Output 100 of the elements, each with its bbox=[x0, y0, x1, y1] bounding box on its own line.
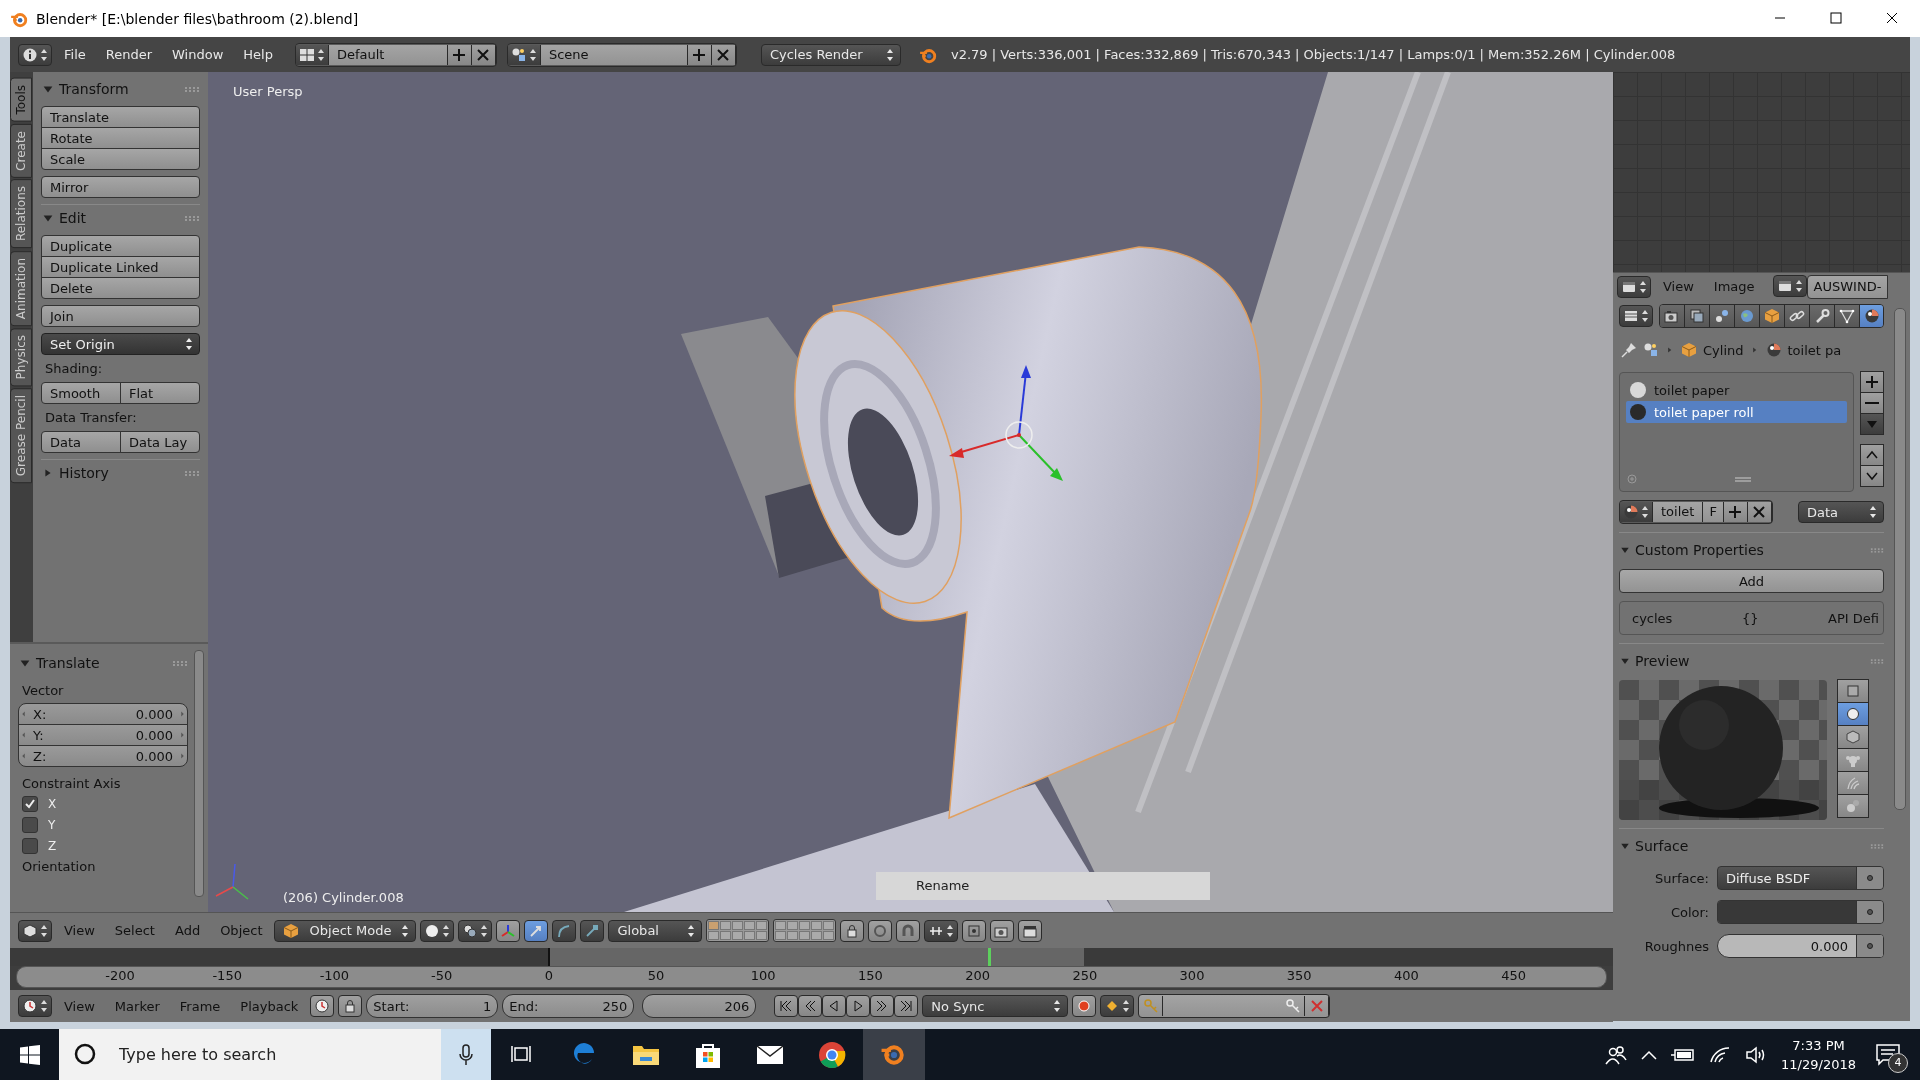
frame-number: 200 bbox=[965, 968, 990, 983]
start-frame-field[interactable]: Start: 1 bbox=[366, 994, 499, 1018]
sync-dropdown[interactable]: No Sync bbox=[922, 995, 1069, 1017]
sidebar-tab[interactable]: Animation bbox=[10, 250, 32, 326]
menu-item[interactable]: View bbox=[1655, 277, 1702, 296]
menu-item[interactable]: View bbox=[56, 996, 103, 1016]
panel-header[interactable]: Transform bbox=[41, 81, 129, 97]
frame-number: 50 bbox=[647, 968, 665, 983]
section-label: Orientation bbox=[21, 859, 97, 874]
field-label: Roughnes bbox=[1643, 938, 1709, 954]
property-type: API Defi bbox=[1828, 610, 1879, 626]
panel-header[interactable]: History bbox=[41, 465, 109, 481]
menu-item[interactable]: Marker bbox=[106, 996, 168, 1016]
tool-button[interactable]: Flat bbox=[120, 382, 200, 404]
frame-number: 400 bbox=[1394, 968, 1419, 983]
menu-item[interactable]: Image bbox=[1705, 277, 1763, 296]
dropdown[interactable]: Set Origin bbox=[41, 333, 200, 355]
tool-button[interactable]: Translate bbox=[41, 106, 200, 128]
frame-number: 150 bbox=[858, 968, 883, 983]
frame-number: -100 bbox=[319, 968, 350, 983]
frame-number: -200 bbox=[105, 968, 135, 983]
tool-button[interactable]: Data Lay bbox=[120, 431, 200, 453]
menu-item[interactable]: Object bbox=[212, 921, 271, 940]
sidebar-tab[interactable]: Grease Pencil bbox=[10, 388, 32, 484]
panel-header[interactable]: Translate bbox=[18, 655, 100, 671]
add-button[interactable]: Add bbox=[1619, 569, 1884, 593]
property-value: {} bbox=[1741, 610, 1759, 626]
panel-header[interactable]: Custom Properties bbox=[1619, 542, 1764, 558]
panel-header[interactable]: Preview bbox=[1619, 653, 1690, 669]
search-field[interactable]: Type here to search bbox=[59, 1029, 441, 1080]
menu-item[interactable]: Render bbox=[97, 45, 161, 64]
view-name: User Persp bbox=[233, 84, 303, 99]
panel-header[interactable]: Surface bbox=[1619, 838, 1689, 854]
sidebar-tab[interactable]: Create bbox=[10, 123, 32, 178]
menu-item[interactable]: Frame bbox=[171, 996, 229, 1016]
tool-button[interactable]: Data bbox=[41, 431, 121, 453]
menu-item[interactable]: Select bbox=[106, 921, 163, 940]
section-label: Vector bbox=[21, 683, 65, 698]
sidebar-tab[interactable]: Relations bbox=[10, 179, 32, 249]
frame-number: 450 bbox=[1501, 968, 1526, 983]
panel-header[interactable]: Edit bbox=[41, 210, 87, 226]
number-field[interactable]: Z: 0.000 bbox=[18, 745, 188, 767]
image-name-field[interactable]: AUSWIND- bbox=[1806, 274, 1889, 299]
material-name-field[interactable]: toilet bbox=[1653, 502, 1704, 522]
number-field[interactable]: X: 0.000 bbox=[18, 703, 188, 725]
tool-button[interactable]: Rotate bbox=[41, 127, 200, 149]
checkbox-label: X bbox=[48, 797, 57, 811]
orientation-dropdown[interactable]: Global bbox=[608, 919, 703, 942]
property-name: cycles bbox=[1632, 610, 1673, 626]
frame-number: 0 bbox=[544, 968, 553, 983]
frame-number: -150 bbox=[212, 968, 242, 983]
clock-time[interactable]: 7:33 PM bbox=[1792, 1035, 1845, 1055]
object-name: (206) Cylinder.008 bbox=[283, 890, 404, 905]
tool-button[interactable]: Smooth bbox=[41, 382, 121, 404]
tool-button[interactable]: Duplicate bbox=[41, 235, 200, 257]
scene-field[interactable]: Scene bbox=[540, 44, 688, 65]
tool-button[interactable]: Scale bbox=[41, 148, 200, 170]
frame-number: 250 bbox=[1072, 968, 1098, 983]
menu-item[interactable]: File bbox=[56, 45, 94, 64]
sidebar-tab[interactable]: Tools bbox=[10, 78, 32, 122]
mode-dropdown[interactable]: Object Mode bbox=[274, 919, 417, 942]
notification-count: 4 bbox=[1888, 1052, 1908, 1073]
screen-layout-field[interactable]: Default bbox=[328, 44, 448, 65]
checkbox-label: Y bbox=[48, 818, 56, 832]
fake-user-button[interactable]: F bbox=[1703, 502, 1724, 522]
slider-field[interactable]: 0.000 bbox=[1717, 934, 1884, 958]
field-label: Surface: bbox=[1654, 870, 1709, 886]
menu-item[interactable]: View bbox=[56, 921, 103, 940]
list-item[interactable]: toilet paper roll bbox=[1626, 401, 1847, 423]
tool-button[interactable]: Join bbox=[41, 305, 200, 327]
list-item[interactable]: toilet paper bbox=[1626, 379, 1847, 401]
window-title: Blender* [E:\blender files\bathroom (2).blend] bbox=[36, 10, 360, 27]
frame-number: -50 bbox=[431, 968, 453, 983]
sidebar-tab[interactable]: Physics bbox=[10, 327, 32, 387]
tool-button[interactable]: Delete bbox=[41, 277, 200, 299]
current-frame-field[interactable]: 206 bbox=[642, 994, 757, 1018]
end-frame-field[interactable]: End: 250 bbox=[502, 994, 635, 1018]
render-engine-dropdown[interactable]: Cycles Render bbox=[760, 43, 901, 66]
tool-button[interactable]: Mirror bbox=[41, 176, 200, 198]
number-field[interactable]: Y: 0.000 bbox=[18, 724, 188, 746]
breadcrumb-item: toilet pa bbox=[1787, 342, 1842, 358]
frame-number: 350 bbox=[1286, 968, 1312, 983]
checkbox-label: Z bbox=[48, 839, 57, 853]
menu-item[interactable]: Playback bbox=[232, 996, 307, 1016]
section-label: Shading: bbox=[44, 361, 104, 376]
field-label: Color: bbox=[1669, 904, 1709, 920]
section-label: Constraint Axis bbox=[21, 776, 122, 791]
breadcrumb-item: Cylind bbox=[1703, 342, 1744, 358]
scene-statistics: v2.79 | Verts:336,001 | Faces:332,869 | Tris:670,343 | Objects:1/147 | Lamps:0/1 | Mem:352.26M | Cylinder.008 bbox=[950, 47, 1676, 62]
section-label: Data Transfer: bbox=[44, 410, 138, 425]
menu-item[interactable]: Window bbox=[164, 45, 232, 64]
link-dropdown[interactable]: Data bbox=[1798, 501, 1884, 523]
tool-button[interactable]: Duplicate Linked bbox=[41, 256, 200, 278]
menu-item[interactable]: Help bbox=[235, 45, 281, 64]
clock-date[interactable]: 11/29/2018 bbox=[1781, 1054, 1856, 1074]
frame-number: 100 bbox=[750, 968, 776, 983]
menu-item[interactable]: Rename bbox=[876, 872, 1210, 900]
shader-dropdown[interactable]: Diffuse BSDF bbox=[1717, 866, 1884, 890]
menu-item[interactable]: Add bbox=[166, 921, 209, 940]
frame-number: 300 bbox=[1179, 968, 1205, 983]
